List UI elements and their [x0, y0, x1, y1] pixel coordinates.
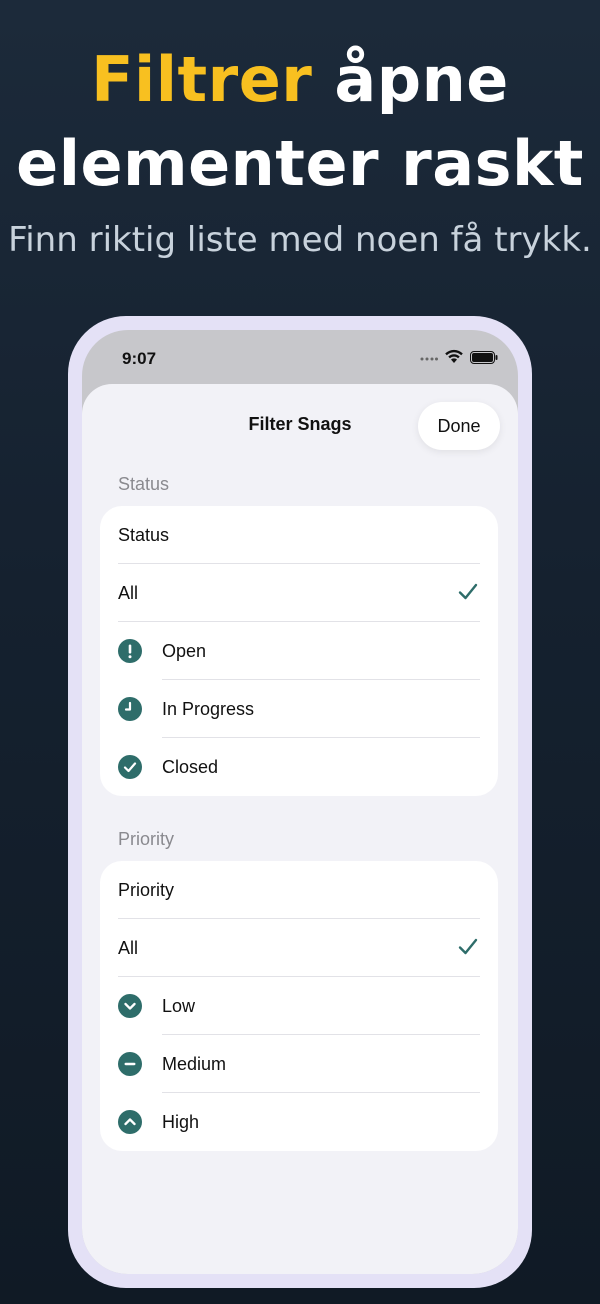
wifi-icon	[445, 349, 463, 363]
headline-rest: åpne	[312, 43, 509, 116]
priority-section-label: Priority	[118, 829, 175, 849]
status-header-row: Status	[100, 506, 498, 564]
priority-low-label: Low	[162, 996, 196, 1016]
priority-group: Priority All Low Medium High	[100, 861, 498, 1151]
sheet-bottom	[82, 1254, 518, 1274]
minus-icon	[118, 1052, 142, 1076]
status-group: Status All Open In Progress Closed	[100, 506, 498, 796]
status-time: 9:07	[122, 349, 157, 368]
status-in-progress-label: In Progress	[162, 699, 255, 719]
priority-option-all[interactable]: All	[100, 919, 498, 977]
chevron-up-icon	[118, 1110, 142, 1134]
status-header-label: Status	[118, 525, 170, 545]
status-option-all[interactable]: All	[100, 564, 498, 622]
headline-line-1: Filtrer åpne	[0, 38, 600, 122]
signal-dots-icon	[420, 357, 438, 361]
status-section-label: Status	[118, 474, 170, 494]
battery-icon	[470, 351, 498, 364]
priority-header-row: Priority	[100, 861, 498, 919]
priority-header-label: Priority	[118, 880, 175, 900]
priority-high-label: High	[162, 1112, 200, 1132]
priority-all-label: All	[118, 938, 139, 958]
priority-medium-label: Medium	[162, 1054, 227, 1074]
done-button[interactable]: Done	[418, 402, 500, 450]
checkmark-icon	[458, 583, 478, 600]
priority-option-medium[interactable]: Medium	[100, 1035, 498, 1093]
hero-subtitle: Finn riktig liste med noen få trykk.	[8, 220, 592, 260]
status-option-closed[interactable]: Closed	[100, 738, 498, 796]
status-open-label: Open	[162, 641, 207, 661]
checkmark-circle-icon	[118, 755, 142, 779]
checkmark-icon	[458, 938, 478, 955]
phone-frame: 9:07 Filter Snags Done Status Status All…	[68, 316, 532, 1288]
headline-line-2: elementer raskt	[16, 127, 584, 200]
status-closed-label: Closed	[162, 757, 219, 777]
exclamation-icon	[118, 639, 142, 663]
hero-headline: Filtrer åpne elementer raskt	[0, 38, 600, 206]
phone-screen: 9:07 Filter Snags Done Status Status All…	[82, 330, 518, 1274]
status-all-label: All	[118, 583, 139, 603]
chevron-down-icon	[118, 994, 142, 1018]
status-option-open[interactable]: Open	[100, 622, 498, 680]
filter-sheet: Filter Snags Done Status Status All Open…	[82, 384, 518, 1274]
status-bar: 9:07	[82, 330, 518, 386]
priority-option-low[interactable]: Low	[100, 977, 498, 1035]
priority-option-high[interactable]: High	[100, 1093, 498, 1151]
clock-icon	[118, 697, 142, 721]
status-option-in-progress[interactable]: In Progress	[100, 680, 498, 738]
headline-accent: Filtrer	[91, 43, 313, 116]
